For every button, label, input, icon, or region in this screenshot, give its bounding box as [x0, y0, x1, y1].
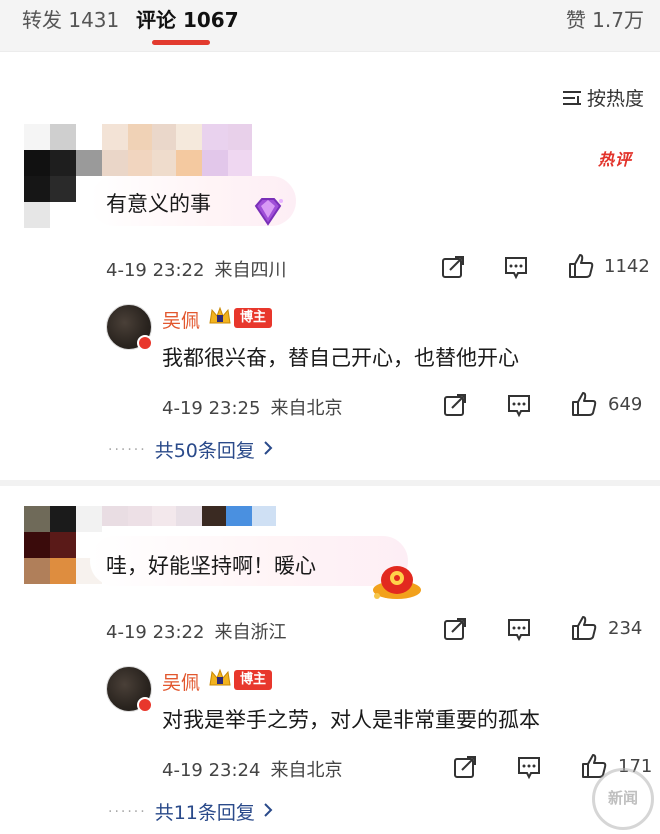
author-avatar[interactable] [106, 304, 153, 351]
sort-icon [561, 88, 583, 108]
more-replies-link[interactable]: ······ 共11条回复 [108, 798, 273, 825]
verified-badge-icon [137, 697, 153, 713]
watermark-text: 新闻 [607, 789, 638, 808]
crown-icon [208, 667, 232, 689]
sort-control[interactable]: 按热度 [561, 84, 644, 111]
avatar[interactable] [24, 124, 102, 228]
share-icon[interactable] [442, 392, 468, 418]
share-icon[interactable] [440, 254, 466, 280]
crown-icon [208, 305, 232, 327]
like-icon[interactable] [580, 752, 607, 778]
comment-time: 4-19 23:22 [106, 622, 205, 643]
reply-location: 来自北京 [270, 398, 343, 419]
more-replies-label: 共11条回复 [154, 802, 255, 824]
verified-badge-icon [137, 335, 153, 351]
reply-text: 我都很兴奋，替自己开心，也替他开心 [162, 346, 519, 370]
comment-location: 来自浙江 [214, 622, 287, 643]
lucky-coin-sticker-icon [370, 560, 424, 604]
comment-text: 哇，好能坚持啊！暖心 [106, 554, 316, 578]
comment-icon[interactable] [503, 254, 529, 280]
more-replies-link[interactable]: ······ 共50条回复 [108, 436, 273, 463]
author-name[interactable]: 吴佩 [162, 306, 200, 333]
dots-separator: ······ [108, 803, 147, 820]
comment-time: 4-19 23:22 [106, 260, 205, 281]
like-icon[interactable] [570, 614, 597, 640]
tab-likes[interactable]: 赞 1.7万 [566, 4, 644, 33]
sort-label: 按热度 [586, 88, 644, 110]
chevron-right-icon [263, 801, 273, 823]
author-avatar[interactable] [106, 666, 153, 713]
tab-reposts[interactable]: 转发 1431 [22, 4, 119, 33]
username-redacted[interactable] [102, 506, 276, 526]
username-redacted[interactable] [102, 124, 252, 150]
reply-location: 来自北京 [270, 760, 343, 781]
reply-meta: 4-19 23:24 来自北京 [162, 756, 342, 782]
comment-text: 有意义的事 [106, 192, 211, 216]
active-tab-indicator [152, 40, 210, 45]
like-count: 1142 [604, 256, 650, 277]
like-count: 234 [608, 618, 643, 639]
share-icon[interactable] [442, 616, 468, 642]
reply-text: 对我是举手之劳，对人是非常重要的孤本 [162, 708, 540, 732]
like-icon[interactable] [570, 390, 597, 416]
comment-meta: 4-19 23:22 来自四川 [106, 256, 286, 282]
reply-time: 4-19 23:25 [162, 398, 261, 419]
comment-icon[interactable] [506, 392, 532, 418]
gem-sticker-icon [250, 196, 286, 228]
comment-location: 来自四川 [214, 260, 287, 281]
author-tag: 博主 [234, 308, 273, 328]
reply-meta: 4-19 23:25 来自北京 [162, 394, 342, 420]
tab-comments[interactable]: 评论 1067 [136, 4, 239, 33]
chevron-right-icon [263, 439, 273, 461]
dots-separator: ······ [108, 441, 147, 458]
divider [0, 480, 660, 486]
username-redacted [102, 150, 252, 176]
more-replies-label: 共50条回复 [154, 440, 255, 462]
hot-comment-badge: 热评 [598, 150, 633, 169]
comment-meta: 4-19 23:22 来自浙江 [106, 618, 286, 644]
like-count: 649 [608, 394, 643, 415]
comment-icon[interactable] [506, 616, 532, 642]
watermark-logo: 新闻 [592, 768, 654, 830]
like-icon[interactable] [567, 252, 594, 278]
avatar[interactable] [24, 506, 102, 584]
reply-time: 4-19 23:24 [162, 760, 261, 781]
author-name[interactable]: 吴佩 [162, 668, 200, 695]
author-tag: 博主 [234, 670, 273, 690]
comment-icon[interactable] [516, 754, 542, 780]
tab-bar: 转发 1431 评论 1067 赞 1.7万 [0, 0, 660, 52]
share-icon[interactable] [452, 754, 478, 780]
